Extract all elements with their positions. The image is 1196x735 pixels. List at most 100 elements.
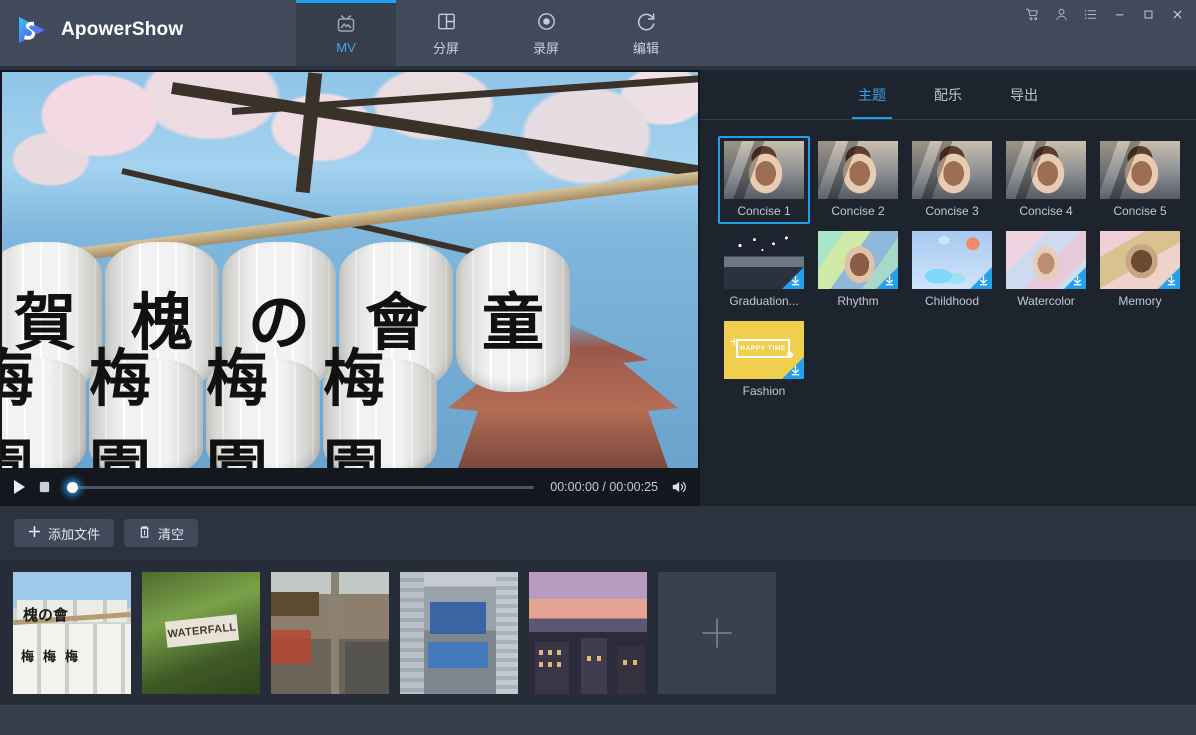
plus-icon	[28, 525, 41, 541]
theme-thumbnail	[1100, 231, 1180, 289]
clip-thumbnail	[400, 572, 518, 694]
billboard	[428, 642, 488, 668]
theme-thumbnail	[912, 231, 992, 289]
maximize-icon[interactable]	[1134, 2, 1163, 26]
close-icon[interactable]	[1163, 2, 1192, 26]
filmstrip-item[interactable]	[400, 572, 518, 694]
apowershow-window: ApowerShow MV	[0, 0, 1196, 735]
tab-export[interactable]: 导出	[1004, 70, 1044, 119]
trash-icon	[138, 525, 151, 542]
lantern: 梅園	[323, 358, 437, 468]
progress-knob[interactable]	[67, 482, 78, 493]
tab-export-label: 导出	[1010, 85, 1038, 105]
tab-theme[interactable]: 主题	[852, 70, 892, 119]
menu-list-icon[interactable]	[1076, 2, 1105, 26]
add-file-label: 添加文件	[48, 524, 100, 543]
theme-item[interactable]: Watercolor	[1000, 226, 1092, 314]
tab-edit-label: 编辑	[633, 38, 659, 57]
tab-record-screen-label: 录屏	[533, 38, 559, 57]
theme-item[interactable]: Graduation...	[718, 226, 810, 314]
preview-area: 賀 槐 の 會 童 梅園 梅園 梅園 梅園	[0, 70, 700, 506]
right-panel-tabs: 主题 配乐 导出	[700, 70, 1196, 120]
theme-thumbnail	[818, 231, 898, 289]
theme-label: Concise 5	[1113, 204, 1166, 218]
theme-label: Concise 2	[831, 204, 884, 218]
theme-item[interactable]: Concise 2	[812, 136, 904, 224]
theme-label: Memory	[1118, 294, 1161, 308]
clear-button[interactable]: 清空	[124, 519, 198, 547]
window-controls	[1018, 2, 1192, 26]
timecode-display: 00:00:00 / 00:00:25	[550, 480, 658, 494]
clip-thumbnail: 槐の會 梅梅梅	[13, 572, 131, 694]
theme-label: Graduation...	[729, 294, 798, 308]
theme-thumbnail	[1100, 141, 1180, 199]
filmstrip-item[interactable]: 槐の會 梅梅梅	[13, 572, 131, 694]
fashion-overlay-text: HAPPY TIME	[740, 345, 786, 352]
theme-label: Fashion	[743, 384, 786, 398]
tab-split-screen[interactable]: 分屏	[396, 0, 496, 66]
theme-item[interactable]: Concise 3	[906, 136, 998, 224]
player-controls: 00:00:00 / 00:00:25	[0, 468, 700, 506]
fashion-overlay-box: HAPPY TIME	[736, 339, 790, 358]
tab-split-screen-label: 分屏	[433, 38, 459, 57]
clip-thumbnail: WATERFALL	[142, 572, 260, 694]
filmstrip-item[interactable]	[271, 572, 389, 694]
clear-label: 清空	[158, 524, 184, 543]
filmstrip-item[interactable]	[529, 572, 647, 694]
tab-edit[interactable]: 编辑	[596, 0, 696, 66]
tab-music[interactable]: 配乐	[928, 70, 968, 119]
tab-record-screen[interactable]: 录屏	[496, 0, 596, 66]
theme-item[interactable]: + HAPPY TIME Fashion	[718, 316, 810, 404]
clip-thumbnail	[271, 572, 389, 694]
add-clip-tile[interactable]	[658, 572, 776, 694]
edit-refresh-icon	[635, 10, 658, 34]
tab-mv-label: MV	[336, 40, 356, 55]
theme-item[interactable]: Rhythm	[812, 226, 904, 314]
theme-label: Watercolor	[1017, 294, 1075, 308]
theme-thumbnail	[724, 231, 804, 289]
download-icon[interactable]	[789, 364, 802, 377]
volume-icon[interactable]	[670, 479, 688, 495]
title-bar: ApowerShow MV	[0, 0, 1196, 66]
right-panel: 主题 配乐 导出 Concise 1 Concise 2 Concise 3	[700, 70, 1196, 506]
media-toolbar: 添加文件 清空	[0, 506, 700, 560]
preview-video[interactable]: 賀 槐 の 會 童 梅園 梅園 梅園 梅園	[2, 72, 698, 468]
download-icon[interactable]	[789, 274, 802, 287]
theme-thumbnail	[724, 141, 804, 199]
theme-item[interactable]: Childhood	[906, 226, 998, 314]
download-icon[interactable]	[977, 274, 990, 287]
add-file-button[interactable]: 添加文件	[14, 519, 114, 547]
theme-thumbnail	[1006, 141, 1086, 199]
tab-mv[interactable]: MV	[296, 0, 396, 66]
lantern: 梅園	[89, 358, 203, 468]
stop-button[interactable]	[38, 480, 51, 494]
account-icon[interactable]	[1047, 2, 1076, 26]
theme-item[interactable]: Concise 1	[718, 136, 810, 224]
apowershow-logo-icon	[14, 12, 50, 48]
theme-label: Rhythm	[837, 294, 878, 308]
plus-icon	[697, 613, 737, 653]
progress-slider[interactable]	[67, 480, 534, 494]
waterfall-sign: WATERFALL	[165, 614, 239, 647]
split-screen-icon	[435, 10, 458, 34]
play-button[interactable]	[12, 479, 26, 495]
lantern: 梅園	[2, 358, 86, 468]
download-icon[interactable]	[1165, 274, 1178, 287]
preview-photo: 賀 槐 の 會 童 梅園 梅園 梅園 梅園	[2, 72, 698, 468]
download-icon[interactable]	[1071, 274, 1084, 287]
filmstrip-item[interactable]: WATERFALL	[142, 572, 260, 694]
download-icon[interactable]	[883, 274, 896, 287]
minimize-icon[interactable]	[1105, 2, 1134, 26]
theme-item[interactable]: Memory	[1094, 226, 1186, 314]
clip-filmstrip: 槐の會 梅梅梅 WATERFALL	[0, 560, 1196, 705]
theme-item[interactable]: Concise 4	[1000, 136, 1092, 224]
theme-thumbnail: + HAPPY TIME	[724, 321, 804, 379]
theme-thumbnail	[912, 141, 992, 199]
waterfall-sign-text: WATERFALL	[167, 621, 237, 640]
theme-item[interactable]: Concise 5	[1094, 136, 1186, 224]
cart-icon[interactable]	[1018, 2, 1047, 26]
brand-name: ApowerShow	[61, 19, 183, 41]
brand: ApowerShow	[14, 12, 183, 48]
progress-track	[67, 486, 534, 489]
theme-grid: Concise 1 Concise 2 Concise 3 Concise 4 …	[700, 120, 1196, 406]
